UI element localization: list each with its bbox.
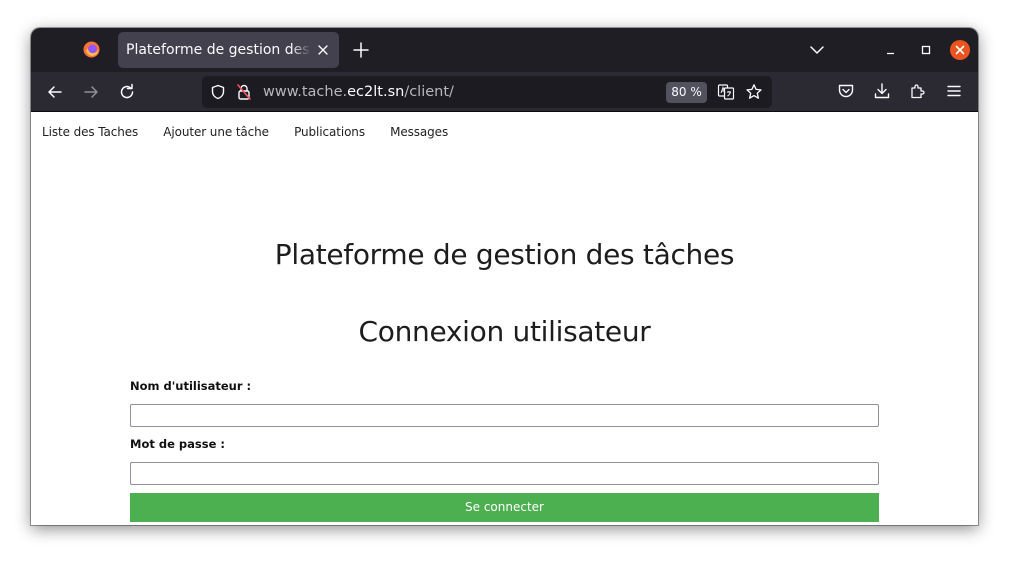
form-title: Connexion utilisateur <box>358 315 651 348</box>
page-content: Liste des Taches Ajouter une tâche Publi… <box>31 112 978 525</box>
menu-hamburger-icon[interactable] <box>945 82 963 100</box>
url-path: /client/ <box>404 84 454 100</box>
close-icon <box>955 45 965 55</box>
shield-icon[interactable] <box>210 84 226 100</box>
username-input[interactable] <box>130 404 879 427</box>
nav-link-ajouter-tache[interactable]: Ajouter une tâche <box>163 125 269 139</box>
page-title: Plateforme de gestion des tâches <box>274 238 735 271</box>
forward-arrow-icon[interactable] <box>81 82 101 102</box>
window-close-button[interactable] <box>950 40 970 60</box>
reload-icon[interactable] <box>117 82 137 102</box>
close-tab-icon[interactable] <box>315 42 331 58</box>
nav-link-publications[interactable]: Publications <box>294 125 365 139</box>
login-submit-button[interactable]: Se connecter <box>130 493 879 522</box>
chevron-down-icon[interactable] <box>809 42 825 58</box>
bookmark-star-icon[interactable] <box>745 83 763 101</box>
nav-link-liste-taches[interactable]: Liste des Taches <box>42 125 138 139</box>
insecure-lock-icon[interactable] <box>236 83 252 101</box>
firefox-icon[interactable] <box>83 41 100 58</box>
maximize-icon[interactable] <box>919 43 933 57</box>
download-icon[interactable] <box>873 82 891 100</box>
back-arrow-icon[interactable] <box>45 82 65 102</box>
tab-strip: Plateforme de gestion des tâches <box>31 28 978 72</box>
zoom-level-button[interactable]: 80 % <box>666 82 707 103</box>
url-text[interactable]: www.tache.ec2lt.sn/client/ <box>263 84 454 100</box>
tab-active[interactable]: Plateforme de gestion des tâches <box>118 32 339 68</box>
new-tab-plus-icon[interactable] <box>352 41 370 59</box>
pocket-icon[interactable] <box>837 82 855 100</box>
translate-icon[interactable] <box>717 83 735 101</box>
url-domain: ec2lt.sn <box>347 84 405 100</box>
url-prefix: www.tache. <box>263 84 348 100</box>
username-label: Nom d'utilisateur : <box>130 379 252 393</box>
navigation-toolbar: www.tache.ec2lt.sn/client/ 80 % <box>31 72 978 112</box>
extensions-puzzle-icon[interactable] <box>909 82 927 100</box>
tab-title: Plateforme de gestion des tâches <box>126 42 311 58</box>
browser-window: Plateforme de gestion des tâches <box>31 28 978 525</box>
nav-link-messages[interactable]: Messages <box>390 125 448 139</box>
password-label: Mot de passe : <box>130 437 225 451</box>
password-input[interactable] <box>130 462 879 485</box>
address-bar[interactable]: www.tache.ec2lt.sn/client/ 80 % <box>202 76 772 108</box>
site-navigation: Liste des Taches Ajouter une tâche Publi… <box>42 121 468 140</box>
minimize-icon[interactable] <box>884 43 898 57</box>
